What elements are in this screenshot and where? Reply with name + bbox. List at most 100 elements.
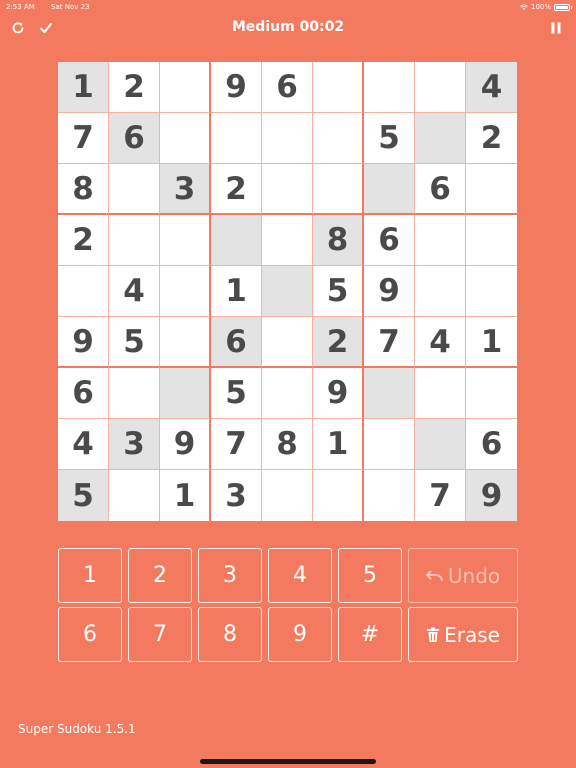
sudoku-cell[interactable]: 3	[160, 164, 211, 215]
sudoku-cell[interactable]: 6	[415, 164, 466, 215]
sudoku-cell[interactable]	[109, 368, 160, 419]
sudoku-cell[interactable]	[364, 368, 415, 419]
sudoku-cell[interactable]	[160, 368, 211, 419]
sudoku-cell[interactable]	[313, 62, 364, 113]
sudoku-cell[interactable]: 6	[109, 113, 160, 164]
sudoku-cell[interactable]	[262, 470, 313, 521]
sudoku-cell[interactable]	[211, 113, 262, 164]
sudoku-cell[interactable]	[262, 164, 313, 215]
sudoku-cell[interactable]	[262, 368, 313, 419]
sudoku-cell[interactable]: 3	[109, 419, 160, 470]
sudoku-cell[interactable]: 2	[211, 164, 262, 215]
sudoku-cell[interactable]	[415, 62, 466, 113]
sudoku-cell[interactable]: 5	[211, 368, 262, 419]
sudoku-cell[interactable]	[415, 266, 466, 317]
sudoku-cell[interactable]	[109, 164, 160, 215]
trash-icon	[427, 627, 440, 642]
sudoku-cell[interactable]	[415, 215, 466, 266]
erase-button[interactable]: Erase	[408, 607, 518, 662]
number-key-5[interactable]: 5	[338, 548, 402, 603]
sudoku-cell[interactable]: 7	[58, 113, 109, 164]
sudoku-cell[interactable]	[160, 215, 211, 266]
sudoku-cell[interactable]	[58, 266, 109, 317]
sudoku-cell[interactable]: 9	[211, 62, 262, 113]
sudoku-cell[interactable]: 9	[160, 419, 211, 470]
battery-percent: 100%	[530, 3, 551, 11]
sudoku-cell[interactable]: 9	[466, 470, 517, 521]
sudoku-cell[interactable]	[211, 215, 262, 266]
sudoku-cell[interactable]: 4	[58, 419, 109, 470]
sudoku-cell[interactable]: 4	[466, 62, 517, 113]
number-key-4[interactable]: 4	[268, 548, 332, 603]
sudoku-cell[interactable]: 1	[211, 266, 262, 317]
sudoku-cell[interactable]	[364, 62, 415, 113]
sudoku-cell[interactable]: 1	[58, 62, 109, 113]
sudoku-cell[interactable]: 7	[415, 470, 466, 521]
sudoku-cell[interactable]: 9	[313, 368, 364, 419]
sudoku-cell[interactable]: 1	[313, 419, 364, 470]
sudoku-cell[interactable]: 2	[313, 317, 364, 368]
sudoku-cell[interactable]	[160, 113, 211, 164]
sudoku-cell[interactable]	[466, 215, 517, 266]
sudoku-cell[interactable]	[160, 317, 211, 368]
sudoku-cell[interactable]: 8	[58, 164, 109, 215]
sudoku-cell[interactable]	[364, 419, 415, 470]
sudoku-cell[interactable]: 5	[58, 470, 109, 521]
sudoku-cell[interactable]: 1	[466, 317, 517, 368]
sudoku-cell[interactable]	[262, 113, 313, 164]
sudoku-cell[interactable]	[466, 368, 517, 419]
sudoku-cell[interactable]: 5	[313, 266, 364, 317]
sudoku-cell[interactable]: 4	[109, 266, 160, 317]
sudoku-cell[interactable]: 8	[262, 419, 313, 470]
sudoku-cell[interactable]: 6	[262, 62, 313, 113]
sudoku-cell[interactable]: 5	[364, 113, 415, 164]
sudoku-cell[interactable]	[313, 113, 364, 164]
status-date: Sat Nov 23	[51, 3, 90, 11]
sudoku-cell[interactable]: 6	[466, 419, 517, 470]
sudoku-cell[interactable]	[160, 62, 211, 113]
sudoku-cell[interactable]	[466, 164, 517, 215]
sudoku-cell[interactable]	[415, 113, 466, 164]
sudoku-cell[interactable]: 9	[364, 266, 415, 317]
sudoku-cell[interactable]	[466, 266, 517, 317]
pause-button[interactable]	[548, 20, 564, 36]
sudoku-cell[interactable]	[313, 470, 364, 521]
sudoku-cell[interactable]: 2	[58, 215, 109, 266]
notes-mode-button[interactable]: #	[338, 607, 402, 662]
sudoku-cell[interactable]: 6	[364, 215, 415, 266]
number-key-6[interactable]: 6	[58, 607, 122, 662]
sudoku-cell[interactable]: 7	[364, 317, 415, 368]
undo-label: Undo	[447, 563, 501, 588]
number-key-1[interactable]: 1	[58, 548, 122, 603]
sudoku-cell[interactable]: 1	[160, 470, 211, 521]
sudoku-cell[interactable]	[109, 470, 160, 521]
sudoku-cell[interactable]: 4	[415, 317, 466, 368]
number-key-9[interactable]: 9	[268, 607, 332, 662]
sudoku-cell[interactable]: 2	[466, 113, 517, 164]
sudoku-cell[interactable]: 5	[109, 317, 160, 368]
sudoku-cell[interactable]	[364, 470, 415, 521]
sudoku-cell[interactable]	[262, 266, 313, 317]
sudoku-cell[interactable]	[364, 164, 415, 215]
sudoku-cell[interactable]	[262, 215, 313, 266]
sudoku-cell[interactable]: 2	[109, 62, 160, 113]
home-indicator[interactable]	[200, 759, 376, 764]
number-key-2[interactable]: 2	[128, 548, 192, 603]
sudoku-cell[interactable]: 3	[211, 470, 262, 521]
sudoku-cell[interactable]	[313, 164, 364, 215]
sudoku-cell[interactable]: 7	[211, 419, 262, 470]
sudoku-cell[interactable]	[415, 368, 466, 419]
sudoku-cell[interactable]	[160, 266, 211, 317]
sudoku-cell[interactable]	[262, 317, 313, 368]
number-key-8[interactable]: 8	[198, 607, 262, 662]
sudoku-cell[interactable]: 6	[211, 317, 262, 368]
sudoku-cell[interactable]	[415, 419, 466, 470]
number-key-7[interactable]: 7	[128, 607, 192, 662]
number-key-3[interactable]: 3	[198, 548, 262, 603]
sudoku-cell[interactable]	[109, 215, 160, 266]
sudoku-cell[interactable]: 8	[313, 215, 364, 266]
sudoku-cell[interactable]: 9	[58, 317, 109, 368]
sudoku-cell[interactable]: 6	[58, 368, 109, 419]
sudoku-board: 1296476528326286415995627416594397816513…	[58, 62, 517, 521]
undo-button[interactable]: Undo	[408, 548, 518, 603]
